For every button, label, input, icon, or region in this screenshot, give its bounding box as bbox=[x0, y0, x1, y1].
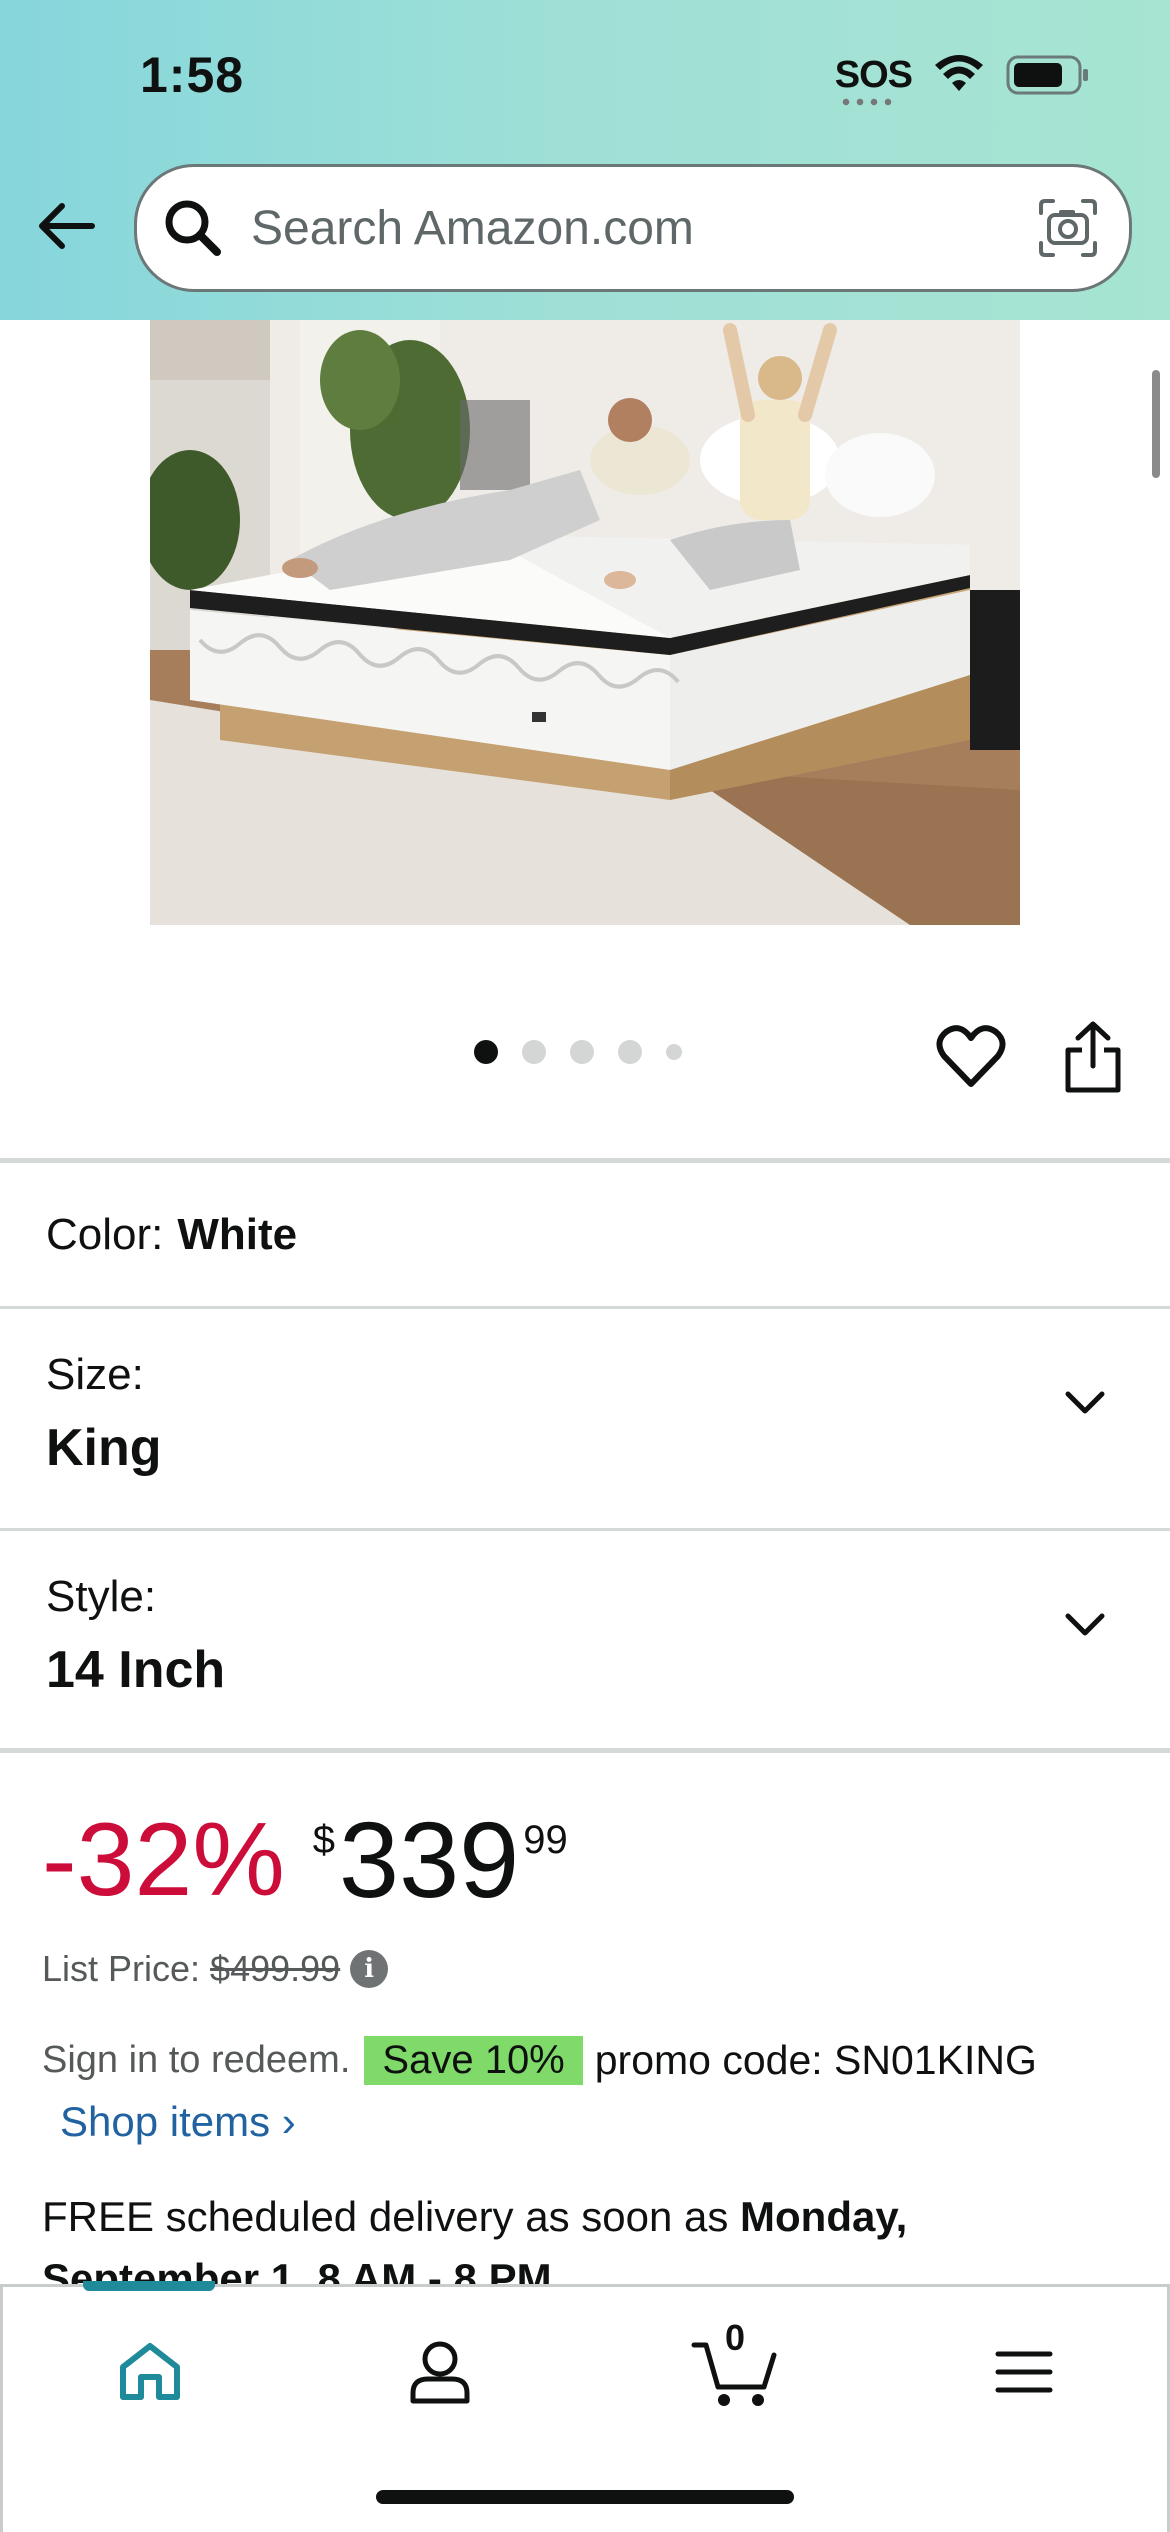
size-value: King bbox=[46, 1419, 162, 1477]
home-icon bbox=[120, 2343, 180, 2400]
list-price-value: $499.99 bbox=[210, 1948, 341, 1989]
style-label: Style: bbox=[46, 1572, 157, 1621]
promo-signin-text[interactable]: Sign in to redeem. bbox=[42, 2039, 350, 2082]
promo-code-text: promo code: SN01KING bbox=[594, 2037, 1037, 2083]
share-button[interactable] bbox=[1062, 1020, 1124, 1094]
search-icon bbox=[165, 200, 221, 256]
info-icon[interactable]: i bbox=[350, 1950, 389, 1988]
mattress-photo bbox=[150, 320, 1020, 925]
sos-indicator: SOS bbox=[834, 53, 913, 106]
camera-icon[interactable] bbox=[1035, 195, 1101, 261]
home-indicator bbox=[376, 2490, 794, 2504]
divider bbox=[0, 1528, 1170, 1531]
price-fraction: 99 bbox=[523, 1818, 568, 1862]
carousel-dot[interactable] bbox=[570, 1040, 594, 1064]
nav-account[interactable] bbox=[395, 2327, 485, 2417]
nav-cart[interactable]: 0 bbox=[685, 2317, 785, 2417]
status-icons: SOS bbox=[834, 50, 1090, 106]
signal-dots bbox=[838, 97, 897, 106]
search-bar[interactable]: Search Amazon.com bbox=[134, 164, 1132, 292]
list-price-label: List Price: bbox=[42, 1948, 201, 1989]
nav-active-indicator bbox=[83, 2281, 215, 2291]
chevron-down-icon[interactable] bbox=[1062, 1602, 1108, 1648]
scroll-indicator[interactable] bbox=[1152, 370, 1160, 478]
style-value: 14 Inch bbox=[46, 1641, 226, 1699]
header: 1:58 SOS Search Amazon.com bbox=[0, 0, 1170, 320]
carousel-dot[interactable] bbox=[618, 1040, 642, 1064]
price-currency: $ bbox=[312, 1818, 336, 1862]
price-whole: 339 bbox=[339, 1799, 520, 1920]
search-input[interactable]: Search Amazon.com bbox=[251, 201, 1035, 256]
chevron-down-icon[interactable] bbox=[1062, 1380, 1108, 1426]
status-time: 1:58 bbox=[140, 47, 245, 103]
color-label: Color: bbox=[46, 1210, 164, 1259]
size-label: Size: bbox=[46, 1350, 144, 1399]
promo-coupon: Sign in to redeem. Save 10% promo code: … bbox=[42, 2036, 1037, 2085]
carousel-dot[interactable] bbox=[522, 1040, 546, 1064]
carousel-dot[interactable] bbox=[474, 1040, 498, 1064]
menu-icon bbox=[995, 2351, 1053, 2393]
nav-menu[interactable] bbox=[979, 2327, 1069, 2417]
list-price: List Price: $499.99 i bbox=[42, 1948, 389, 1990]
product-image[interactable] bbox=[150, 320, 1020, 925]
cart-count: 0 bbox=[724, 2317, 746, 2358]
account-icon bbox=[410, 2341, 470, 2404]
section-divider bbox=[0, 1158, 1170, 1163]
color-selector[interactable]: Color: White bbox=[46, 1210, 297, 1260]
divider bbox=[0, 1306, 1170, 1309]
discount-percent: -32% bbox=[42, 1802, 285, 1918]
nav-home[interactable] bbox=[105, 2327, 195, 2417]
color-value: White bbox=[177, 1210, 298, 1259]
delivery-prefix: FREE scheduled delivery as soon as bbox=[42, 2193, 741, 2240]
sos-label: SOS bbox=[834, 53, 913, 96]
section-divider bbox=[0, 1748, 1170, 1753]
carousel-dot[interactable] bbox=[666, 1044, 682, 1060]
price-block: -32% $ 339 99 bbox=[42, 1800, 568, 1920]
wifi-icon bbox=[935, 55, 983, 91]
back-arrow-icon bbox=[39, 203, 95, 249]
shop-items-link[interactable]: Shop items › bbox=[60, 2098, 296, 2146]
image-carousel-dots[interactable] bbox=[474, 1040, 682, 1064]
promo-badge: Save 10% bbox=[364, 2036, 583, 2085]
wishlist-button[interactable] bbox=[936, 1024, 1006, 1090]
back-button[interactable] bbox=[30, 190, 102, 262]
heart-icon bbox=[936, 1025, 1006, 1087]
battery-icon bbox=[1006, 55, 1088, 95]
share-icon bbox=[1065, 1021, 1121, 1093]
